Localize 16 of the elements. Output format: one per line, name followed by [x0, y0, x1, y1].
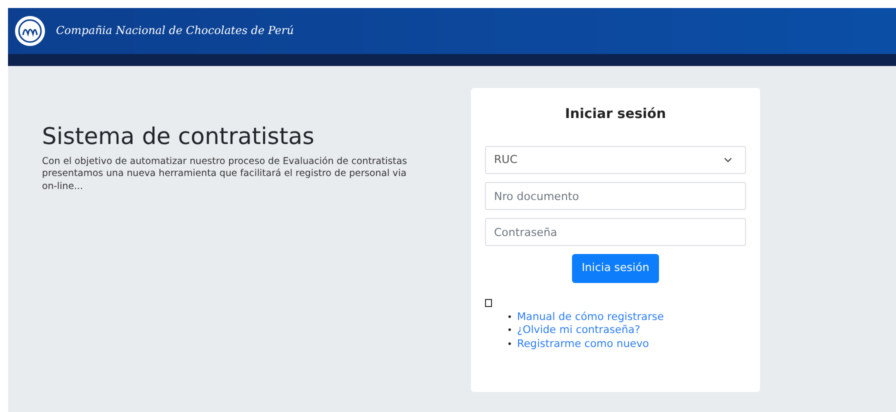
document-type-select[interactable]: RUC: [485, 146, 746, 174]
company-name: Compañia Nacional de Chocolates de Perú: [56, 22, 294, 39]
bullet-mark: •: [507, 326, 514, 338]
broken-image-icon: [485, 298, 492, 307]
bullet-mark: •: [507, 312, 514, 324]
help-link[interactable]: ¿Olvide mi contraseña?: [517, 324, 640, 336]
login-title: Iniciar sesión: [564, 106, 668, 122]
logo-icon: [14, 15, 46, 47]
document-number-field[interactable]: Nro documento: [485, 182, 746, 210]
description-text: Con el objetivo de automatizar nuestro proceso de Evaluación de contratistas presentamos una nueva herramienta que facilitará el registro de personal via on-line...: [42, 156, 408, 194]
page-title: Sistema de contratistas: [42, 124, 316, 152]
password-field[interactable]: Contraseña: [485, 218, 746, 246]
help-link[interactable]: Manual de cómo registrarse: [517, 310, 664, 323]
help-link[interactable]: Registrarme como nuevo: [517, 338, 649, 350]
login-button[interactable]: Inicia sesión: [572, 254, 660, 283]
bullet-mark: •: [507, 340, 514, 352]
